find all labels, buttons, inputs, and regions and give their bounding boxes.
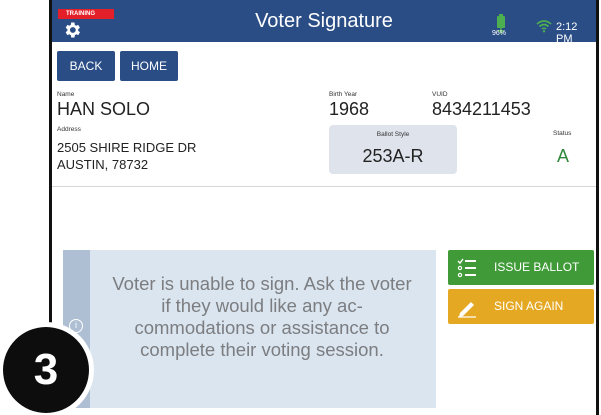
issue-ballot-label: ISSUE BALLOT	[494, 260, 580, 274]
back-button[interactable]: BACK	[57, 51, 115, 81]
checklist-icon	[457, 258, 476, 278]
message-panel: i Voter is unable to sign. Ask the voter…	[63, 250, 436, 408]
sign-again-label: SIGN AGAIN	[494, 299, 564, 313]
info-icon: i	[69, 319, 83, 333]
page-title: Voter Signature	[255, 10, 393, 32]
message-text: Voter is unable to sign. Ask the voter i…	[112, 273, 412, 360]
address-label: Address	[57, 126, 81, 133]
wifi-icon	[536, 20, 552, 33]
birth-year: 1968	[329, 99, 370, 119]
clock-time: 2:12 PM	[556, 21, 578, 45]
sign-again-button[interactable]: SIGN AGAIN	[448, 289, 594, 324]
pen-icon	[458, 302, 476, 318]
voter-name: HAN SOLO	[57, 99, 151, 119]
divider	[52, 186, 596, 187]
issue-ballot-button[interactable]: ISSUE BALLOT	[448, 250, 594, 285]
header-bar: TRAINING Voter Signature 96% 2:12 PM	[52, 0, 596, 45]
ballot-style-label: Ballot Style	[376, 131, 410, 138]
app-window: TRAINING Voter Signature 96% 2:12 PM BAC…	[49, 0, 599, 415]
status-label: Status	[553, 130, 572, 137]
battery-percent: 96%	[492, 30, 507, 37]
status-value: A	[557, 146, 570, 166]
ballot-style: 253A-R	[362, 146, 424, 166]
address-line-1: 2505 SHIRE RIDGE DR	[57, 140, 197, 155]
name-label: Name	[57, 91, 75, 98]
step-number-badge: 3	[3, 327, 89, 413]
address-line-2: AUSTIN, 78732	[57, 157, 149, 172]
home-button[interactable]: HOME	[120, 51, 178, 81]
vuid: 8434211453	[432, 99, 531, 119]
vuid-label: VUID	[432, 91, 448, 98]
ballot-style-box: Ballot Style 253A-R	[329, 125, 457, 174]
voter-address: 2505 SHIRE RIDGE DR AUSTIN, 78732	[57, 139, 196, 173]
birth-year-label: Birth Year	[329, 91, 358, 98]
